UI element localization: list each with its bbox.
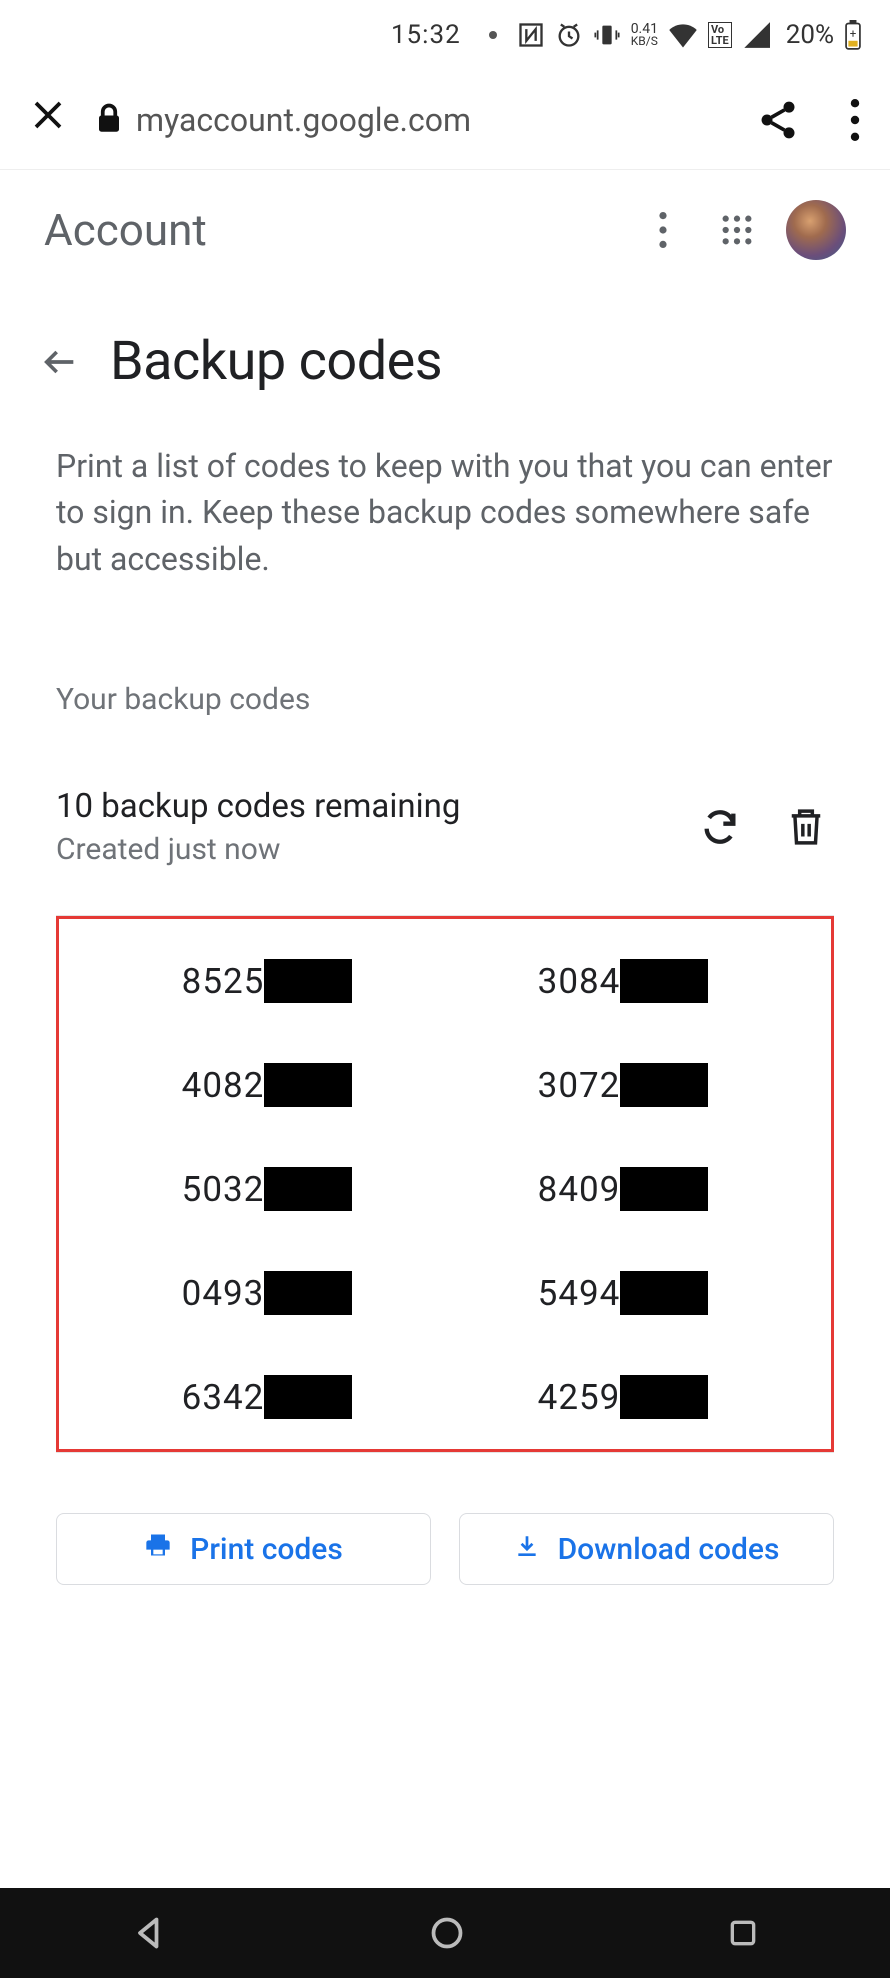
page-title: Backup codes — [110, 330, 442, 393]
share-icon[interactable] — [756, 98, 800, 142]
nfc-icon — [517, 21, 545, 49]
redacted-block — [620, 959, 708, 1003]
account-label: Account — [44, 204, 614, 256]
redacted-block — [620, 1375, 708, 1419]
print-codes-label: Print codes — [190, 1532, 343, 1567]
battery-icon: + — [844, 20, 862, 50]
more-icon[interactable] — [850, 99, 860, 141]
code-value: 8409 — [538, 1169, 621, 1210]
apps-grid-icon[interactable] — [712, 205, 762, 255]
nav-back-icon[interactable] — [131, 1915, 167, 1951]
browser-url: myaccount.google.com — [136, 101, 471, 139]
code-cell: 4259 — [445, 1375, 801, 1419]
section-label: Your backup codes — [0, 592, 890, 727]
code-cell: 8525 — [89, 959, 445, 1003]
avatar[interactable] — [786, 200, 846, 260]
code-value: 4082 — [182, 1065, 265, 1106]
redacted-block — [620, 1271, 708, 1315]
wifi-icon — [668, 22, 698, 48]
back-arrow-icon[interactable] — [40, 342, 80, 382]
code-cell: 3084 — [445, 959, 801, 1003]
alarm-icon — [555, 21, 583, 49]
backup-codes-highlight-box: 8525 3084 4082 3072 5032 8409 0493 5494 … — [56, 916, 834, 1452]
page-description: Print a list of codes to keep with you t… — [0, 423, 890, 592]
code-value: 8525 — [182, 961, 265, 1002]
download-codes-label: Download codes — [558, 1532, 780, 1567]
account-header: Account — [0, 170, 890, 290]
redacted-block — [620, 1167, 708, 1211]
code-cell: 5494 — [445, 1271, 801, 1315]
browser-bar: myaccount.google.com — [0, 70, 890, 170]
battery-percent: 20% — [786, 20, 834, 50]
net-speed-indicator: 0.41 KB/S — [631, 23, 658, 46]
download-icon — [514, 1532, 540, 1567]
delete-icon[interactable] — [778, 799, 834, 855]
remaining-count: 10 backup codes remaining — [56, 787, 662, 826]
redacted-block — [264, 1167, 352, 1211]
cell-signal-icon — [742, 22, 770, 48]
code-cell: 3072 — [445, 1063, 801, 1107]
code-value: 3072 — [538, 1065, 621, 1106]
code-cell: 4082 — [89, 1063, 445, 1107]
nav-home-icon[interactable] — [429, 1915, 465, 1951]
redacted-block — [264, 1375, 352, 1419]
download-codes-button[interactable]: Download codes — [459, 1513, 834, 1585]
code-cell: 5032 — [89, 1167, 445, 1211]
page-title-row: Backup codes — [0, 290, 890, 423]
nav-recent-icon[interactable] — [727, 1917, 759, 1949]
backup-codes-grid: 8525 3084 4082 3072 5032 8409 0493 5494 … — [89, 959, 801, 1419]
redacted-block — [264, 959, 352, 1003]
net-speed-unit: KB/S — [631, 36, 658, 47]
redacted-block — [264, 1271, 352, 1315]
code-cell: 0493 — [89, 1271, 445, 1315]
url-container[interactable]: myaccount.google.com — [96, 101, 471, 139]
codes-status-row: 10 backup codes remaining Created just n… — [0, 727, 890, 897]
status-separator-dot — [489, 31, 497, 39]
svg-text:+: + — [850, 26, 857, 40]
close-icon[interactable] — [30, 95, 66, 144]
status-time: 15:32 — [391, 20, 461, 50]
account-more-icon[interactable] — [638, 205, 688, 255]
print-icon — [144, 1531, 172, 1567]
volte-icon: VoLTE — [708, 22, 732, 48]
redacted-block — [620, 1063, 708, 1107]
lock-icon — [96, 103, 122, 137]
actions-row: Print codes Download codes — [0, 1453, 890, 1645]
code-value: 4259 — [538, 1377, 621, 1418]
redacted-block — [264, 1063, 352, 1107]
code-value: 3084 — [538, 961, 621, 1002]
vibrate-icon — [593, 21, 621, 49]
refresh-icon[interactable] — [692, 799, 748, 855]
code-value: 6342 — [182, 1377, 265, 1418]
created-time: Created just now — [56, 832, 662, 867]
print-codes-button[interactable]: Print codes — [56, 1513, 431, 1585]
code-value: 5032 — [182, 1169, 265, 1210]
code-cell: 6342 — [89, 1375, 445, 1419]
android-nav-bar — [0, 1888, 890, 1978]
code-cell: 8409 — [445, 1167, 801, 1211]
code-value: 0493 — [182, 1273, 265, 1314]
status-bar: 15:32 0.41 KB/S VoLTE 20% + — [0, 0, 890, 70]
code-value: 5494 — [538, 1273, 621, 1314]
